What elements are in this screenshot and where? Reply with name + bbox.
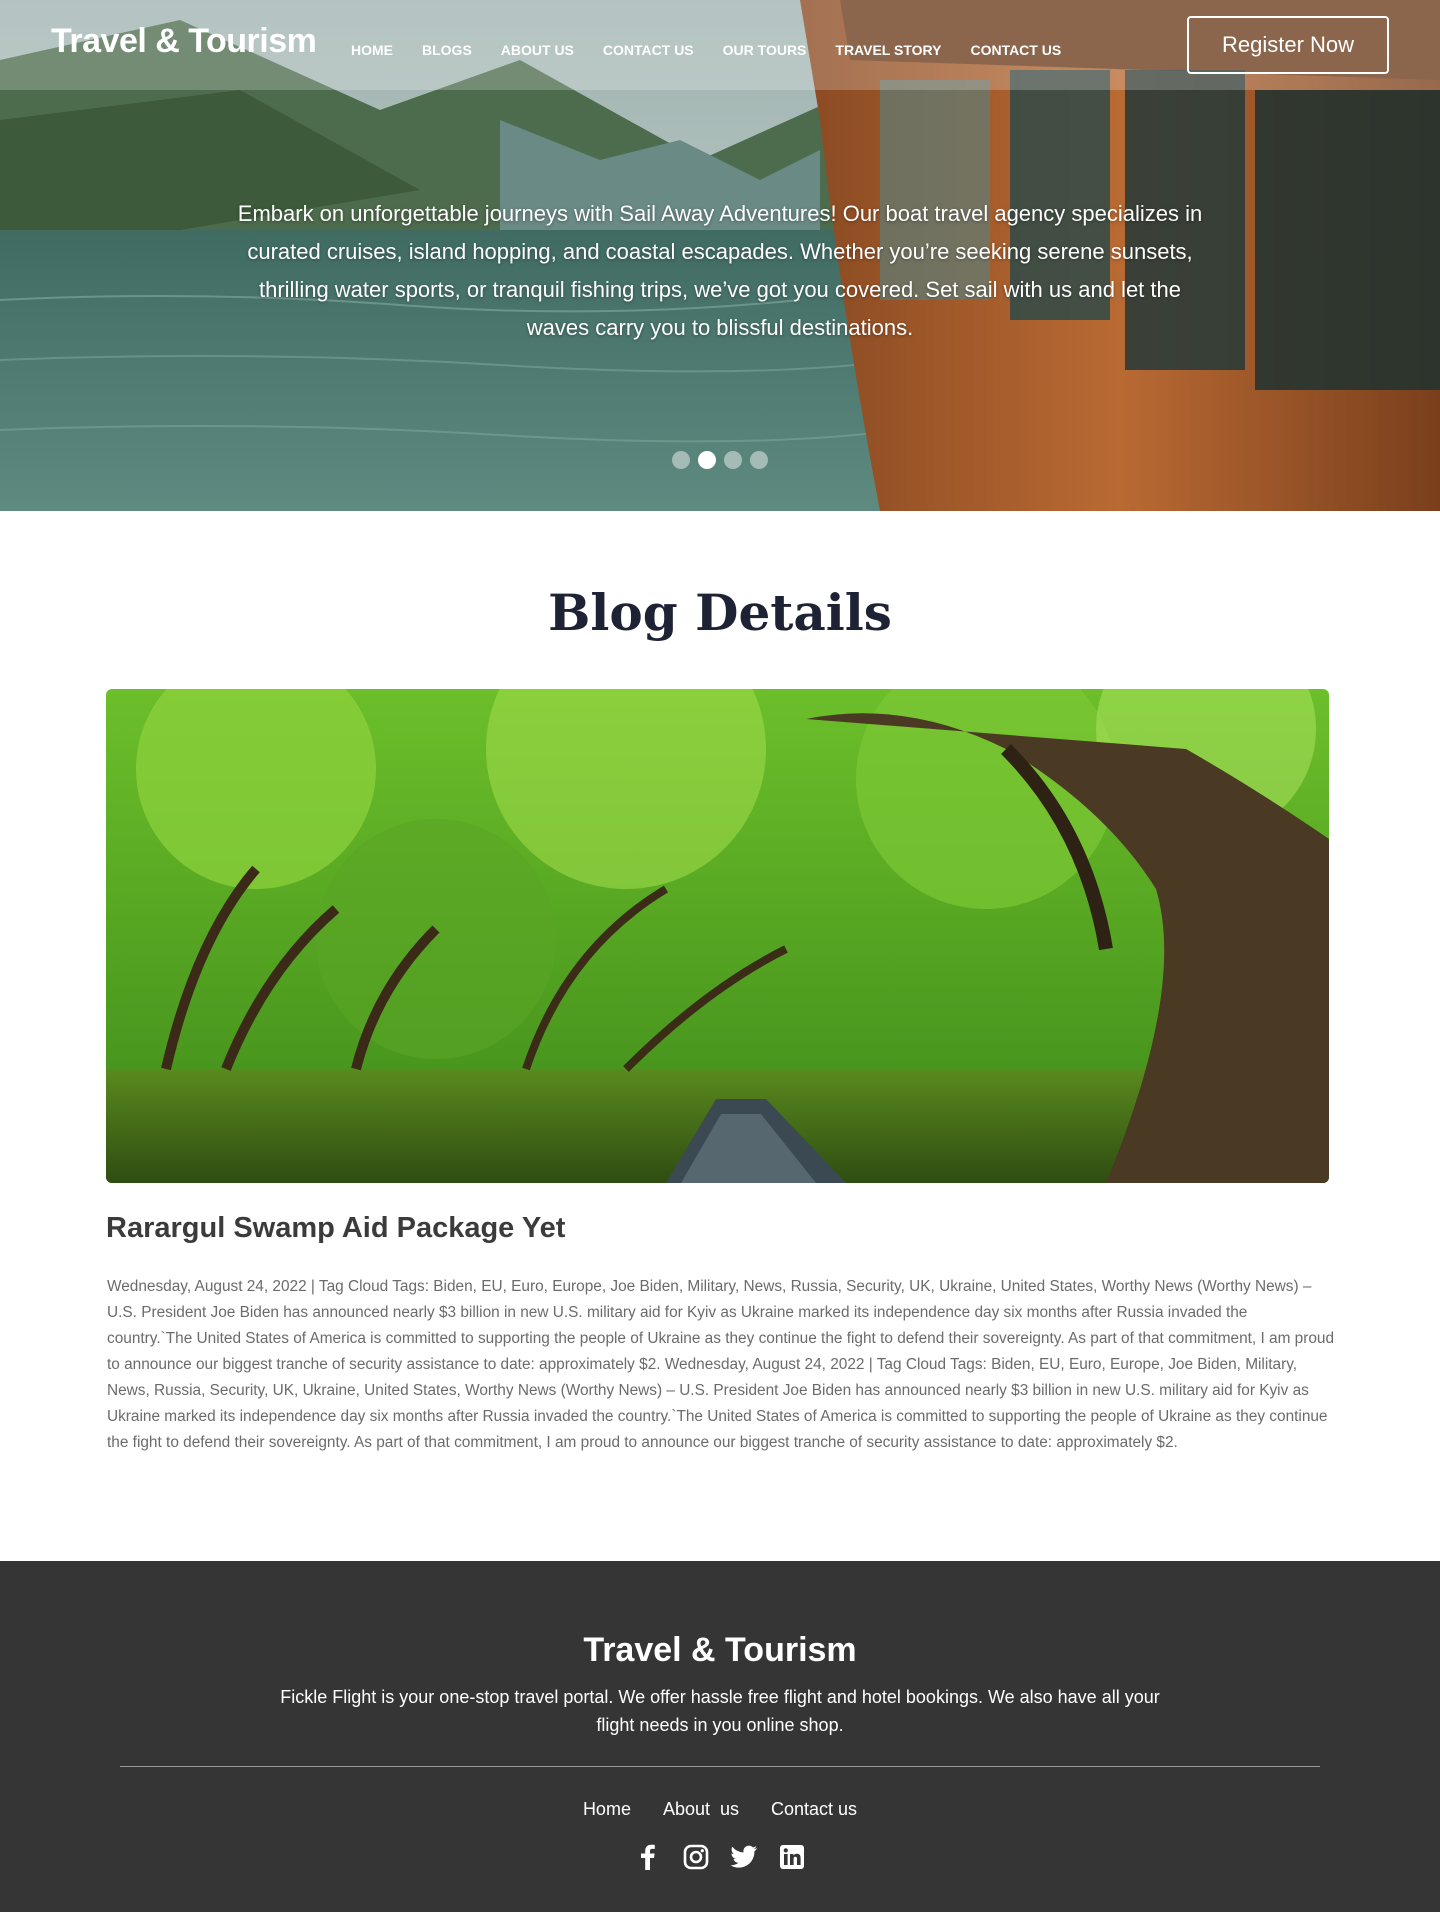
footer-description: Fickle Flight is your one-stop travel po… [280, 1687, 1160, 1735]
carousel-dot-1[interactable] [672, 451, 690, 469]
blog-featured-image [106, 689, 1329, 1183]
page-title: Blog Details [548, 583, 892, 642]
nav-about-us[interactable]: ABOUT US [501, 42, 574, 58]
nav-contact-us-2[interactable]: CONTACT US [970, 42, 1061, 58]
footer-links: Home About us Contact us [0, 1799, 1440, 1820]
footer-logo[interactable]: Travel & Tourism [0, 1631, 1440, 1670]
facebook-icon[interactable] [634, 1843, 662, 1871]
carousel-dot-4[interactable] [750, 451, 768, 469]
site-logo[interactable]: Travel & Tourism [51, 22, 317, 61]
hero-description: Embark on unforgettable journeys with Sa… [237, 201, 1203, 340]
carousel-dot-3[interactable] [724, 451, 742, 469]
post-title: Rarargul Swamp Aid Package Yet [106, 1212, 566, 1244]
footer-link-contact-us[interactable]: Contact us [771, 1799, 857, 1820]
hero-banner: Travel & Tourism HOME BLOGS ABOUT US CON… [0, 0, 1440, 511]
main-nav: HOME BLOGS ABOUT US CONTACT US OUR TOURS… [351, 42, 1090, 58]
linkedin-icon[interactable] [778, 1843, 806, 1871]
carousel-dot-2[interactable] [698, 451, 716, 469]
nav-blogs[interactable]: BLOGS [422, 42, 472, 58]
footer-link-home[interactable]: Home [583, 1799, 631, 1820]
twitter-icon[interactable] [730, 1843, 758, 1871]
nav-our-tours[interactable]: OUR TOURS [723, 42, 807, 58]
footer-divider [120, 1766, 1320, 1767]
instagram-icon[interactable] [682, 1843, 710, 1871]
post-body: Wednesday, August 24, 2022 | Tag Cloud T… [107, 1278, 1335, 1451]
nav-contact-us[interactable]: CONTACT US [603, 42, 694, 58]
carousel-indicators [672, 451, 768, 469]
site-footer: Travel & Tourism Fickle Flight is your o… [0, 1561, 1440, 1912]
register-now-button[interactable]: Register Now [1187, 16, 1389, 74]
nav-travel-story[interactable]: TRAVEL STORY [835, 42, 941, 58]
nav-home[interactable]: HOME [351, 42, 393, 58]
footer-link-about-us[interactable]: About us [663, 1799, 739, 1820]
social-links [0, 1843, 1440, 1871]
